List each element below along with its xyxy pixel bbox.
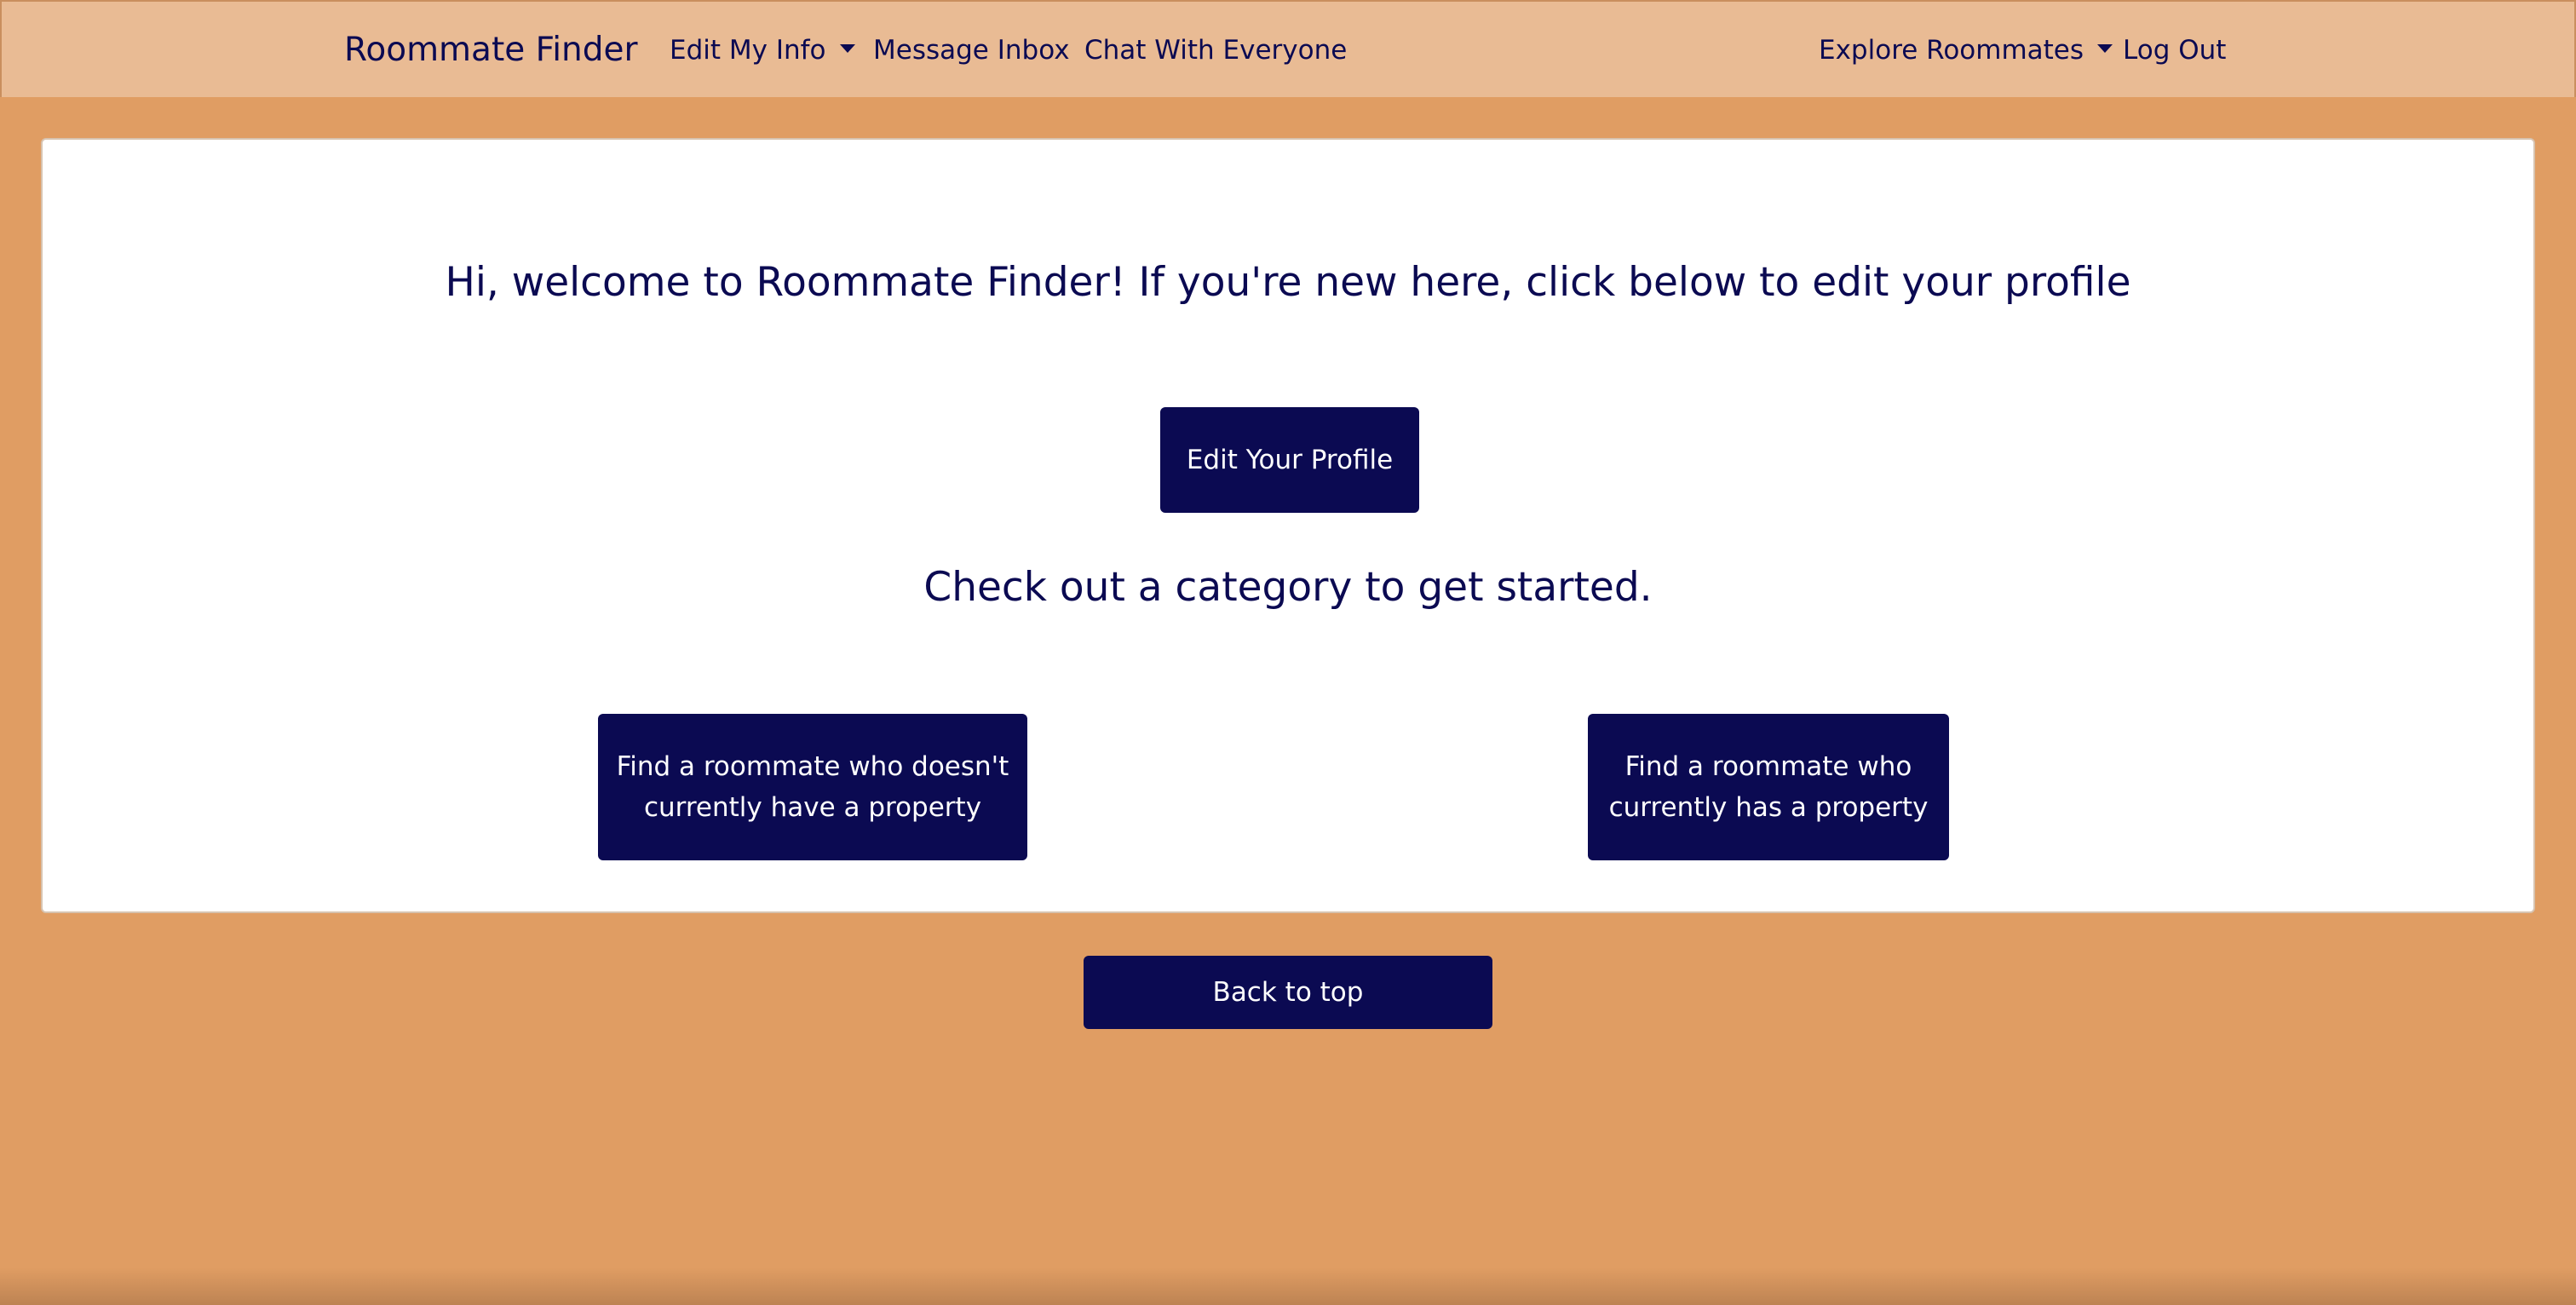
edit-profile-button[interactable]: Edit Your Profile [1160,407,1419,513]
nav-explore-roommates-label: Explore Roommates [1819,35,2084,66]
caret-down-icon [839,43,855,53]
brand-link[interactable]: Roommate Finder [344,2,638,99]
nav-explore-roommates-dropdown[interactable]: Explore Roommates [1819,2,2113,99]
nav-message-inbox[interactable]: Message Inbox [873,2,1070,99]
find-roommate-without-property-button[interactable]: Find a roommate who doesn't currently ha… [598,714,1027,860]
top-navbar: Roommate Finder Edit My Info Message Inb… [0,0,2576,97]
nav-chat-with-everyone[interactable]: Chat With Everyone [1084,2,1347,99]
nav-edit-my-info-label: Edit My Info [670,35,826,66]
nav-log-out[interactable]: Log Out [2123,2,2226,99]
bottom-shadow [0,1268,2576,1305]
category-heading: Check out a category to get started. [923,564,1653,611]
welcome-card: Hi, welcome to Roommate Finder! If you'r… [41,138,2535,913]
welcome-heading: Hi, welcome to Roommate Finder! If you'r… [445,259,2131,306]
caret-down-icon [2097,43,2113,53]
nav-edit-my-info-dropdown[interactable]: Edit My Info [670,2,855,99]
back-to-top-button[interactable]: Back to top [1084,956,1492,1029]
find-roommate-with-property-button[interactable]: Find a roommate who currently has a prop… [1588,714,1949,860]
